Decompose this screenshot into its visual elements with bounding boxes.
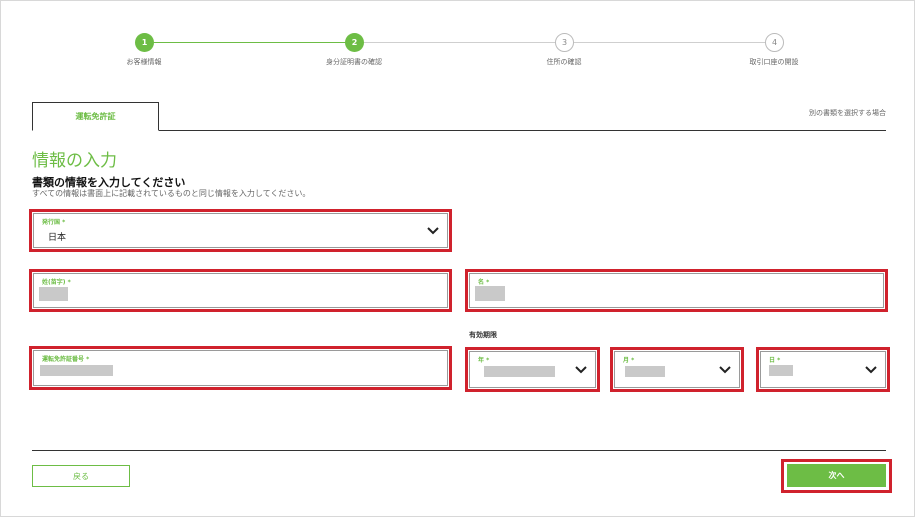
chevron-down-icon	[865, 365, 877, 373]
divider	[32, 450, 886, 451]
month-label: 月 *	[623, 357, 635, 364]
license-number-field[interactable]: 運転免許証番号 *	[33, 350, 448, 386]
expiry-month-select[interactable]: 月 *	[614, 351, 740, 388]
step-2-indicator: 2	[345, 33, 364, 52]
country-label: 発行国 *	[42, 219, 66, 226]
step-3-label: 住所の確認	[546, 58, 582, 66]
step-connector	[564, 42, 774, 43]
redacted-value	[625, 366, 665, 377]
tab-drivers-license[interactable]: 運転免許証	[32, 102, 159, 131]
page-title: 情報の入力	[32, 151, 117, 171]
step-4-indicator: 4	[765, 33, 784, 52]
document-tabs: 運転免許証 別の書類を選択する場合	[32, 102, 886, 131]
step-4-label: 取引口座の開設	[749, 58, 799, 66]
next-button[interactable]: 次へ	[787, 464, 886, 487]
step-2-label: 身分証明書の確認	[326, 58, 382, 66]
chevron-down-icon	[427, 226, 439, 234]
expiry-date-label: 有効期限	[469, 331, 497, 339]
redacted-value	[40, 365, 113, 376]
expiry-year-select[interactable]: 年 *	[469, 351, 596, 388]
step-3-indicator: 3	[555, 33, 574, 52]
first-name-field[interactable]: 名 *	[469, 273, 884, 308]
expiry-day-select[interactable]: 日 *	[760, 351, 886, 388]
section-description: すべての情報は書面上に記載されているものと同じ情報を入力してください。	[32, 189, 311, 198]
first-name-label: 名 *	[478, 279, 490, 286]
step-connector	[354, 42, 564, 43]
last-name-label: 姓(苗字) *	[42, 279, 71, 286]
redacted-value	[484, 366, 555, 377]
choose-other-document-link[interactable]: 別の書類を選択する場合	[809, 108, 886, 118]
redacted-value	[475, 286, 505, 301]
chevron-down-icon	[575, 365, 587, 373]
year-label: 年 *	[478, 357, 490, 364]
redacted-value	[769, 365, 793, 376]
chevron-down-icon	[719, 365, 731, 373]
day-label: 日 *	[769, 357, 781, 364]
step-connector	[144, 42, 354, 43]
step-1-indicator: 1	[135, 33, 154, 52]
step-1-label: お客様情報	[126, 58, 162, 66]
back-button[interactable]: 戻る	[32, 465, 130, 487]
progress-stepper: 1 お客様情報 2 身分証明書の確認 3 住所の確認 4 取引口座の開設	[1, 1, 915, 81]
last-name-field[interactable]: 姓(苗字) *	[33, 273, 448, 308]
redacted-value	[39, 287, 68, 301]
license-number-label: 運転免許証番号 *	[42, 356, 90, 363]
country-select[interactable]: 発行国 * 日本	[33, 213, 448, 248]
country-value: 日本	[48, 233, 67, 243]
